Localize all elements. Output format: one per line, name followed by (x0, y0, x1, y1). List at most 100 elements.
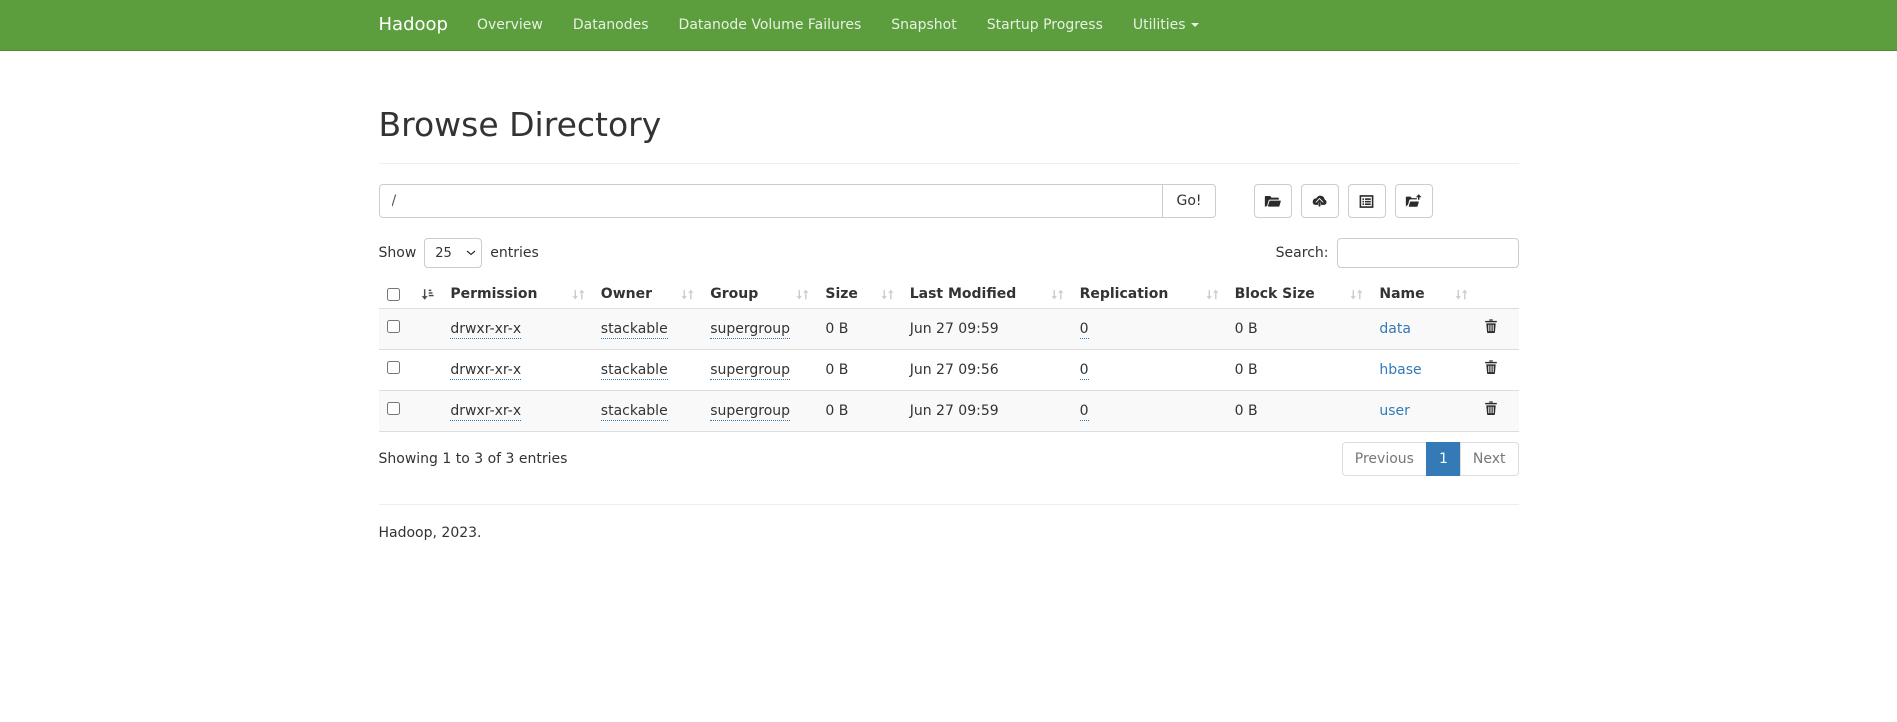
go-button[interactable]: Go! (1162, 184, 1215, 218)
row-checkbox[interactable] (387, 361, 400, 374)
page-title: Browse Directory (379, 107, 1519, 143)
column-header-group[interactable]: Group (702, 280, 817, 309)
folder-move-icon (1405, 193, 1422, 210)
heading-divider (379, 163, 1519, 164)
permission-cell[interactable]: drwxr-xr-x (450, 362, 521, 380)
sort-both-icon (572, 288, 585, 301)
column-header-block-size[interactable]: Block Size (1227, 280, 1372, 309)
search-label: Search: (1276, 245, 1329, 261)
column-header-name[interactable]: Name (1371, 280, 1476, 309)
column-header-size[interactable]: Size (817, 280, 901, 309)
path-bar: Go! (379, 184, 1519, 218)
cloud-upload-icon (1311, 193, 1328, 210)
owner-cell[interactable]: stackable (601, 403, 668, 421)
nav-menu: Overview Datanodes Datanode Volume Failu… (462, 0, 1214, 50)
sort-both-icon (1051, 288, 1064, 301)
last-modified-cell: Jun 27 09:59 (910, 321, 999, 337)
column-header-owner[interactable]: Owner (593, 280, 702, 309)
directory-link[interactable]: data (1379, 321, 1411, 337)
column-header-last-modified[interactable]: Last Modified (902, 280, 1072, 309)
main-content: Browse Directory Go! (364, 107, 1534, 541)
nav-item-utilities-dropdown[interactable]: Utilities (1118, 0, 1214, 50)
move-button[interactable] (1395, 184, 1433, 218)
permission-cell[interactable]: drwxr-xr-x (450, 321, 521, 339)
nav-item-datanodes[interactable]: Datanodes (558, 0, 664, 50)
sort-both-icon (1206, 288, 1219, 301)
path-input-group: Go! (379, 184, 1216, 218)
footer-text: Hadoop, 2023. (379, 525, 1519, 541)
page-length-select[interactable]: 25 (424, 238, 482, 268)
create-directory-button[interactable] (1254, 184, 1292, 218)
column-header-permission[interactable]: Permission (442, 280, 592, 309)
pagination-page-1[interactable]: 1 (1427, 442, 1461, 476)
delete-button[interactable] (1484, 400, 1498, 416)
navbar: Hadoop Overview Datanodes Datanode Volum… (0, 0, 1897, 51)
row-checkbox[interactable] (387, 320, 400, 333)
size-cell: 0 B (825, 321, 848, 337)
trash-icon (1484, 359, 1498, 375)
column-header-select-all[interactable] (379, 280, 443, 309)
table-footer: Showing 1 to 3 of 3 entries Previous 1 N… (379, 442, 1519, 476)
directory-link[interactable]: hbase (1379, 362, 1421, 378)
row-checkbox[interactable] (387, 402, 400, 415)
owner-cell[interactable]: stackable (601, 321, 668, 339)
size-cell: 0 B (825, 403, 848, 419)
select-all-checkbox[interactable] (387, 288, 400, 301)
nav-item-snapshot[interactable]: Snapshot (876, 0, 971, 50)
search-control: Search: (1276, 238, 1519, 268)
pagination-previous[interactable]: Previous (1342, 442, 1427, 476)
sort-both-icon (796, 288, 809, 301)
trash-icon (1484, 318, 1498, 334)
last-modified-cell: Jun 27 09:59 (910, 403, 999, 419)
footer-divider (379, 504, 1519, 505)
list-alt-icon (1358, 193, 1375, 210)
entries-label: entries (490, 245, 539, 261)
cut-paste-button[interactable] (1348, 184, 1386, 218)
upload-files-button[interactable] (1301, 184, 1339, 218)
column-header-replication[interactable]: Replication (1072, 280, 1227, 309)
sort-both-icon (681, 288, 694, 301)
directory-link[interactable]: user (1379, 403, 1410, 419)
replication-cell[interactable]: 0 (1080, 403, 1089, 421)
file-action-toolbar (1254, 184, 1433, 218)
group-cell[interactable]: supergroup (710, 321, 790, 339)
pagination: Previous 1 Next (1342, 442, 1519, 476)
search-input[interactable] (1337, 238, 1519, 268)
table-controls: Show 25 entries Search: (379, 238, 1519, 268)
permission-cell[interactable]: drwxr-xr-x (450, 403, 521, 421)
nav-item-startup-progress[interactable]: Startup Progress (972, 0, 1118, 50)
pagination-next[interactable]: Next (1461, 442, 1519, 476)
group-cell[interactable]: supergroup (710, 403, 790, 421)
entries-info: Showing 1 to 3 of 3 entries (379, 451, 568, 467)
owner-cell[interactable]: stackable (601, 362, 668, 380)
brand-hadoop[interactable]: Hadoop (379, 0, 462, 50)
caret-down-icon (1191, 23, 1199, 27)
directory-table: Permission Owner (379, 280, 1519, 432)
block-size-cell: 0 B (1235, 403, 1258, 419)
show-label: Show (379, 245, 417, 261)
replication-cell[interactable]: 0 (1080, 321, 1089, 339)
nav-item-overview[interactable]: Overview (462, 0, 558, 50)
size-cell: 0 B (825, 362, 848, 378)
nav-item-datanode-volume-failures[interactable]: Datanode Volume Failures (664, 0, 877, 50)
sort-both-icon (1350, 288, 1363, 301)
table-header-row: Permission Owner (379, 280, 1519, 309)
sort-both-icon (881, 288, 894, 301)
last-modified-cell: Jun 27 09:56 (910, 362, 999, 378)
folder-open-icon (1264, 193, 1281, 210)
page-length-control: Show 25 entries (379, 238, 539, 268)
replication-cell[interactable]: 0 (1080, 362, 1089, 380)
block-size-cell: 0 B (1235, 321, 1258, 337)
table-row: drwxr-xr-x stackable supergroup 0 B Jun … (379, 350, 1519, 391)
trash-icon (1484, 400, 1498, 416)
table-row: drwxr-xr-x stackable supergroup 0 B Jun … (379, 309, 1519, 350)
group-cell[interactable]: supergroup (710, 362, 790, 380)
path-input[interactable] (379, 184, 1164, 218)
sort-ascending-icon (421, 288, 434, 301)
block-size-cell: 0 B (1235, 362, 1258, 378)
table-row: drwxr-xr-x stackable supergroup 0 B Jun … (379, 391, 1519, 432)
delete-button[interactable] (1484, 318, 1498, 334)
column-header-actions (1476, 280, 1518, 309)
delete-button[interactable] (1484, 359, 1498, 375)
sort-both-icon (1455, 288, 1468, 301)
